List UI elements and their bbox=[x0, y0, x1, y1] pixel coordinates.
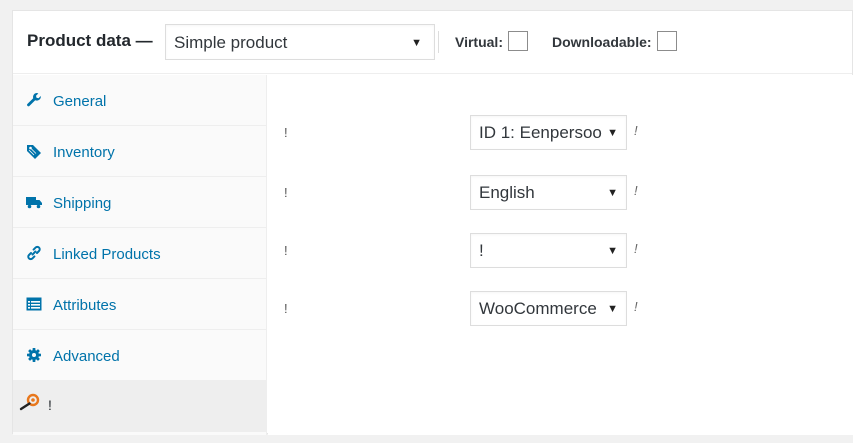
option-label: ! bbox=[284, 185, 288, 200]
option-select[interactable]: ! ▼ bbox=[470, 233, 627, 268]
chevron-down-icon: ▼ bbox=[604, 303, 618, 315]
virtual-label: Virtual: bbox=[455, 34, 503, 50]
tab-inventory[interactable]: Inventory bbox=[13, 126, 267, 177]
help-tip[interactable]: ! bbox=[634, 241, 638, 256]
option-value: WooCommerce bbox=[479, 299, 597, 318]
product-data-tabs: General Inventory Shipping Linked Produc… bbox=[13, 75, 267, 435]
virtual-checkbox[interactable] bbox=[508, 31, 528, 51]
plugin-magnifier-icon bbox=[19, 393, 40, 411]
product-data-header: Product data — Simple product ▼ Virtual:… bbox=[13, 11, 852, 74]
downloadable-label: Downloadable: bbox=[552, 34, 652, 50]
tab-general[interactable]: General bbox=[13, 75, 267, 126]
tab-label: General bbox=[53, 93, 107, 110]
tab-linked-products[interactable]: Linked Products bbox=[13, 228, 267, 279]
option-select[interactable]: ID 1: Eenpersoo ▼ bbox=[470, 115, 627, 150]
option-row: ! ID 1: Eenpersoo ▼ ! bbox=[268, 115, 853, 155]
tab-label: Shipping bbox=[53, 195, 112, 212]
option-label: ! bbox=[284, 301, 288, 316]
option-row: ! English ▼ ! bbox=[268, 175, 853, 215]
list-icon bbox=[26, 297, 42, 311]
link-icon bbox=[27, 245, 41, 261]
tag-icon bbox=[27, 145, 41, 159]
help-tip[interactable]: ! bbox=[634, 123, 638, 138]
header-divider bbox=[438, 31, 439, 53]
option-row: ! WooCommerce ▼ ! bbox=[268, 291, 853, 331]
product-data-title: Product data — bbox=[27, 31, 153, 50]
tab-advanced[interactable]: Advanced bbox=[13, 330, 267, 381]
wrench-icon bbox=[27, 93, 41, 107]
product-data-panel: Product data — Simple product ▼ Virtual:… bbox=[12, 10, 853, 435]
chevron-down-icon: ▼ bbox=[411, 37, 422, 49]
general-options-panel: ! ID 1: Eenpersoo ▼ ! ! English ▼ ! ! ! … bbox=[268, 75, 853, 435]
option-row: ! ! ▼ ! bbox=[268, 233, 853, 273]
option-label: ! bbox=[284, 125, 288, 140]
option-value: English bbox=[479, 183, 535, 202]
tab-plugin[interactable]: ! bbox=[13, 381, 267, 432]
help-tip[interactable]: ! bbox=[634, 183, 638, 198]
option-value: ! bbox=[479, 241, 484, 260]
help-tip[interactable]: ! bbox=[634, 299, 638, 314]
option-select[interactable]: English ▼ bbox=[470, 175, 627, 210]
tab-label: Inventory bbox=[53, 144, 115, 161]
tab-attributes[interactable]: Attributes bbox=[13, 279, 267, 330]
truck-icon bbox=[26, 197, 42, 209]
tab-label: ! bbox=[48, 397, 52, 413]
option-select[interactable]: WooCommerce ▼ bbox=[470, 291, 627, 326]
gear-icon bbox=[27, 348, 41, 362]
tab-label: Advanced bbox=[53, 348, 120, 365]
product-type-select[interactable]: Simple product ▼ bbox=[165, 24, 435, 60]
tab-label: Linked Products bbox=[53, 246, 161, 263]
tab-label: Attributes bbox=[53, 297, 117, 314]
chevron-down-icon: ▼ bbox=[604, 187, 618, 199]
downloadable-checkbox[interactable] bbox=[657, 31, 677, 51]
product-type-value: Simple product bbox=[174, 33, 288, 52]
chevron-down-icon: ▼ bbox=[604, 127, 618, 139]
tab-shipping[interactable]: Shipping bbox=[13, 177, 267, 228]
chevron-down-icon: ▼ bbox=[604, 245, 618, 257]
option-label: ! bbox=[284, 243, 288, 258]
option-value: ID 1: Eenpersoo bbox=[479, 123, 602, 142]
